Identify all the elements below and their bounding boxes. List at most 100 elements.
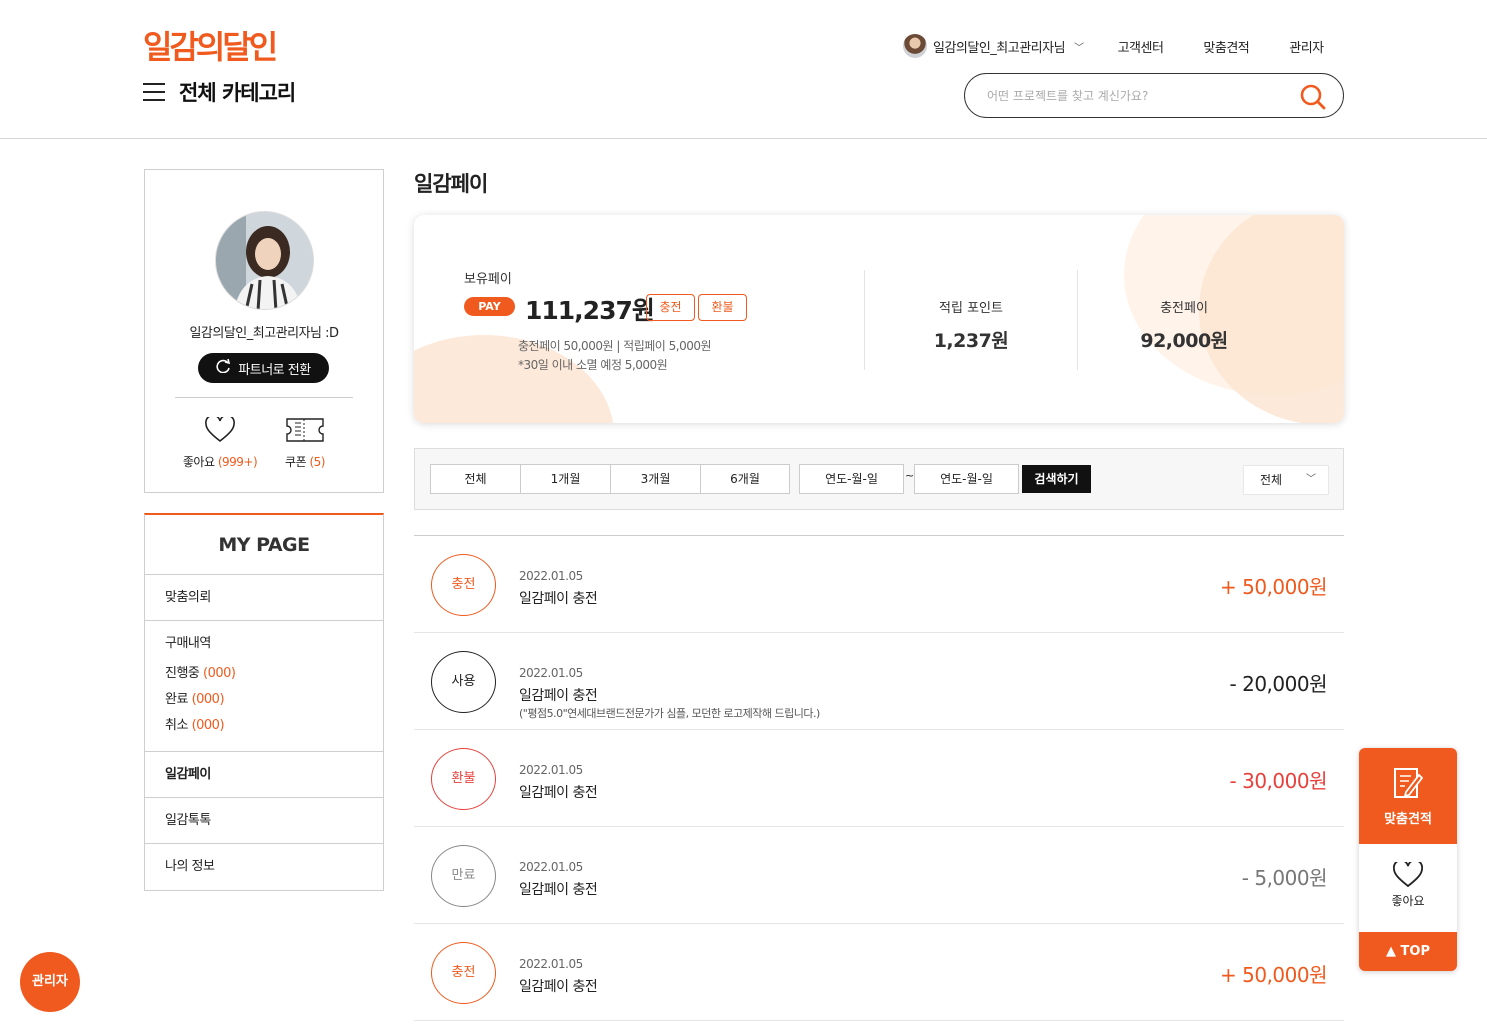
menu-in-progress[interactable]: 진행중 (000) [165,661,363,687]
divider [175,397,353,398]
date-from-input[interactable]: 연도-월-일 [799,464,904,494]
tx-date: 2022.01.05 [519,666,583,680]
date-to-input[interactable]: 연도-월-일 [914,464,1019,494]
user-avatar [903,34,927,58]
float-estimate-label: 맞춤견적 [1384,812,1432,827]
float-likes-label: 좋아요 [1391,894,1425,908]
chevron-down-icon: ﹀ [1074,42,1084,54]
profile-name: 일감의달인_최고관리자님 :D [189,326,339,341]
tx-amount: - 20,000원 [1229,672,1328,696]
points-stat: 적립 포인트 1,237원 [891,297,1051,353]
balance-label: 보유페이 [464,272,512,287]
menu-completed[interactable]: 완료 (000) [165,687,363,713]
switch-to-partner-button[interactable]: 파트너로 전환 [198,353,329,383]
likes-stat[interactable]: 좋아요 (999+) [175,415,265,470]
charged-value: 92,000원 [1140,330,1228,352]
refund-button[interactable]: 환불 [698,294,747,321]
transaction-list: 충전 2022.01.05 일감페이 충전 + 50,000원 사용 2022.… [414,535,1344,1021]
date-separator: ~ [905,469,915,482]
float-likes-button[interactable]: 좋아요 [1359,844,1457,932]
filter-bar: 전체 1개월 3개월 6개월 연도-월-일 ~ 연도-월-일 검색하기 전체 ﹀ [414,448,1344,510]
tx-title: 일감페이 충전 [519,882,598,898]
tx-amount: - 30,000원 [1229,769,1328,793]
admin-fab-button[interactable]: 관리자 [20,952,80,1012]
tx-amount: + 50,000원 [1220,963,1328,987]
type-select-value: 전체 [1260,473,1283,487]
heart-icon [175,415,265,445]
search-icon[interactable] [1299,83,1327,115]
category-label: 전체 카테고리 [179,81,296,105]
tx-type-badge: 충전 [431,942,496,1004]
period-3month[interactable]: 3개월 [610,464,700,494]
menu-cancelled[interactable]: 취소 (000) [165,713,363,739]
divider [1077,270,1078,370]
period-1month[interactable]: 1개월 [520,464,610,494]
menu-pay[interactable]: 일감페이 [145,752,383,798]
nav-custom-estimate[interactable]: 맞춤견적 [1203,37,1249,56]
tx-type-badge: 사용 [431,651,496,713]
period-tabs: 전체 1개월 3개월 6개월 [430,464,790,494]
likes-count: (999+) [217,455,258,469]
coupon-count: (5) [309,455,325,469]
transaction-row: 사용 2022.01.05 일감페이 충전 ("평점5.0"연세대브랜드전문가가… [414,633,1344,730]
menu-purchase-group: 구매내역 진행중 (000) 완료 (000) 취소 (000) [145,621,383,752]
menu-custom-request[interactable]: 맞춤의뢰 [145,575,383,621]
chevron-down-icon: ﹀ [1306,474,1316,485]
top-nav: 일감의달인_최고관리자님 ﹀ 고객센터 맞춤견적 관리자 [903,34,1324,58]
in-progress-count: (000) [203,666,236,681]
search-bar [964,73,1344,118]
tx-date: 2022.01.05 [519,569,583,583]
tx-title: 일감페이 충전 [519,979,598,995]
pay-badge: PAY [464,297,515,316]
floating-quick-menu: 맞춤견적 좋아요 ▲ TOP [1359,748,1457,971]
coupon-label: 쿠폰 [285,455,307,469]
float-estimate-button[interactable]: 맞춤견적 [1359,748,1457,844]
tx-date: 2022.01.05 [519,957,583,971]
charge-button[interactable]: 충전 [646,294,695,321]
menu-my-info[interactable]: 나의 정보 [145,844,383,890]
tx-type-badge: 만료 [431,845,496,907]
search-button[interactable]: 검색하기 [1022,465,1091,493]
completed-label: 완료 [165,692,188,707]
tx-title: 일감페이 충전 [519,591,598,607]
transaction-row: 충전 2022.01.05 일감페이 충전 + 50,000원 [414,536,1344,633]
all-category-button[interactable]: 전체 카테고리 [143,77,296,107]
page-title: 일감페이 [414,172,488,196]
nav-customer-center[interactable]: 고객센터 [1118,37,1164,56]
tx-amount: + 50,000원 [1220,575,1328,599]
transaction-row: 충전 2022.01.05 일감페이 충전 + 50,000원 [414,924,1344,1021]
type-select[interactable]: 전체 ﹀ [1243,465,1329,495]
ticket-icon [260,415,350,445]
tx-note: ("평점5.0"연세대브랜드전문가가 심플, 모던한 로고제작해 드립니다.) [519,707,820,720]
mypage-title: MY PAGE [145,515,383,575]
tx-date: 2022.01.05 [519,860,583,874]
period-all[interactable]: 전체 [430,464,520,494]
profile-card: 일감의달인_최고관리자님 :D 파트너로 전환 좋아요 (999+) 쿠폰 (5… [144,169,384,493]
scroll-top-button[interactable]: ▲ TOP [1359,932,1457,971]
user-menu[interactable]: 일감의달인_최고관리자님 ﹀ [903,34,1084,58]
menu-purchase-history[interactable]: 구매내역 [165,633,363,655]
switch-label: 파트너로 전환 [238,362,311,378]
menu-talk[interactable]: 일감톡톡 [145,798,383,844]
cancelled-count: (000) [191,718,225,733]
charged-stat: 충전페이 92,000원 [1104,297,1264,353]
tx-title: 일감페이 충전 [519,688,598,704]
tx-type-badge: 환불 [431,748,496,810]
balance-amount: 111,237원 [525,296,655,325]
search-input[interactable] [987,85,1277,107]
heart-icon [1359,859,1457,890]
completed-count: (000) [191,692,225,707]
transaction-row: 환불 2022.01.05 일감페이 충전 - 30,000원 [414,730,1344,827]
tx-title: 일감페이 충전 [519,785,598,801]
nav-admin[interactable]: 관리자 [1289,37,1324,56]
balance-breakdown: 충전페이 50,000원 | 적립페이 5,000원 [518,339,712,353]
likes-label: 좋아요 [182,455,215,469]
points-label: 적립 포인트 [939,301,1003,316]
profile-avatar [215,211,314,310]
pay-summary-card: 보유페이 PAY 111,237원 충전 환불 충전페이 50,000원 | 적… [414,215,1344,423]
edit-note-icon [1359,766,1457,802]
hamburger-icon [143,83,165,101]
coupon-stat[interactable]: 쿠폰 (5) [260,415,350,470]
site-logo[interactable]: 일감의달인 [143,27,278,67]
period-6month[interactable]: 6개월 [700,464,790,494]
